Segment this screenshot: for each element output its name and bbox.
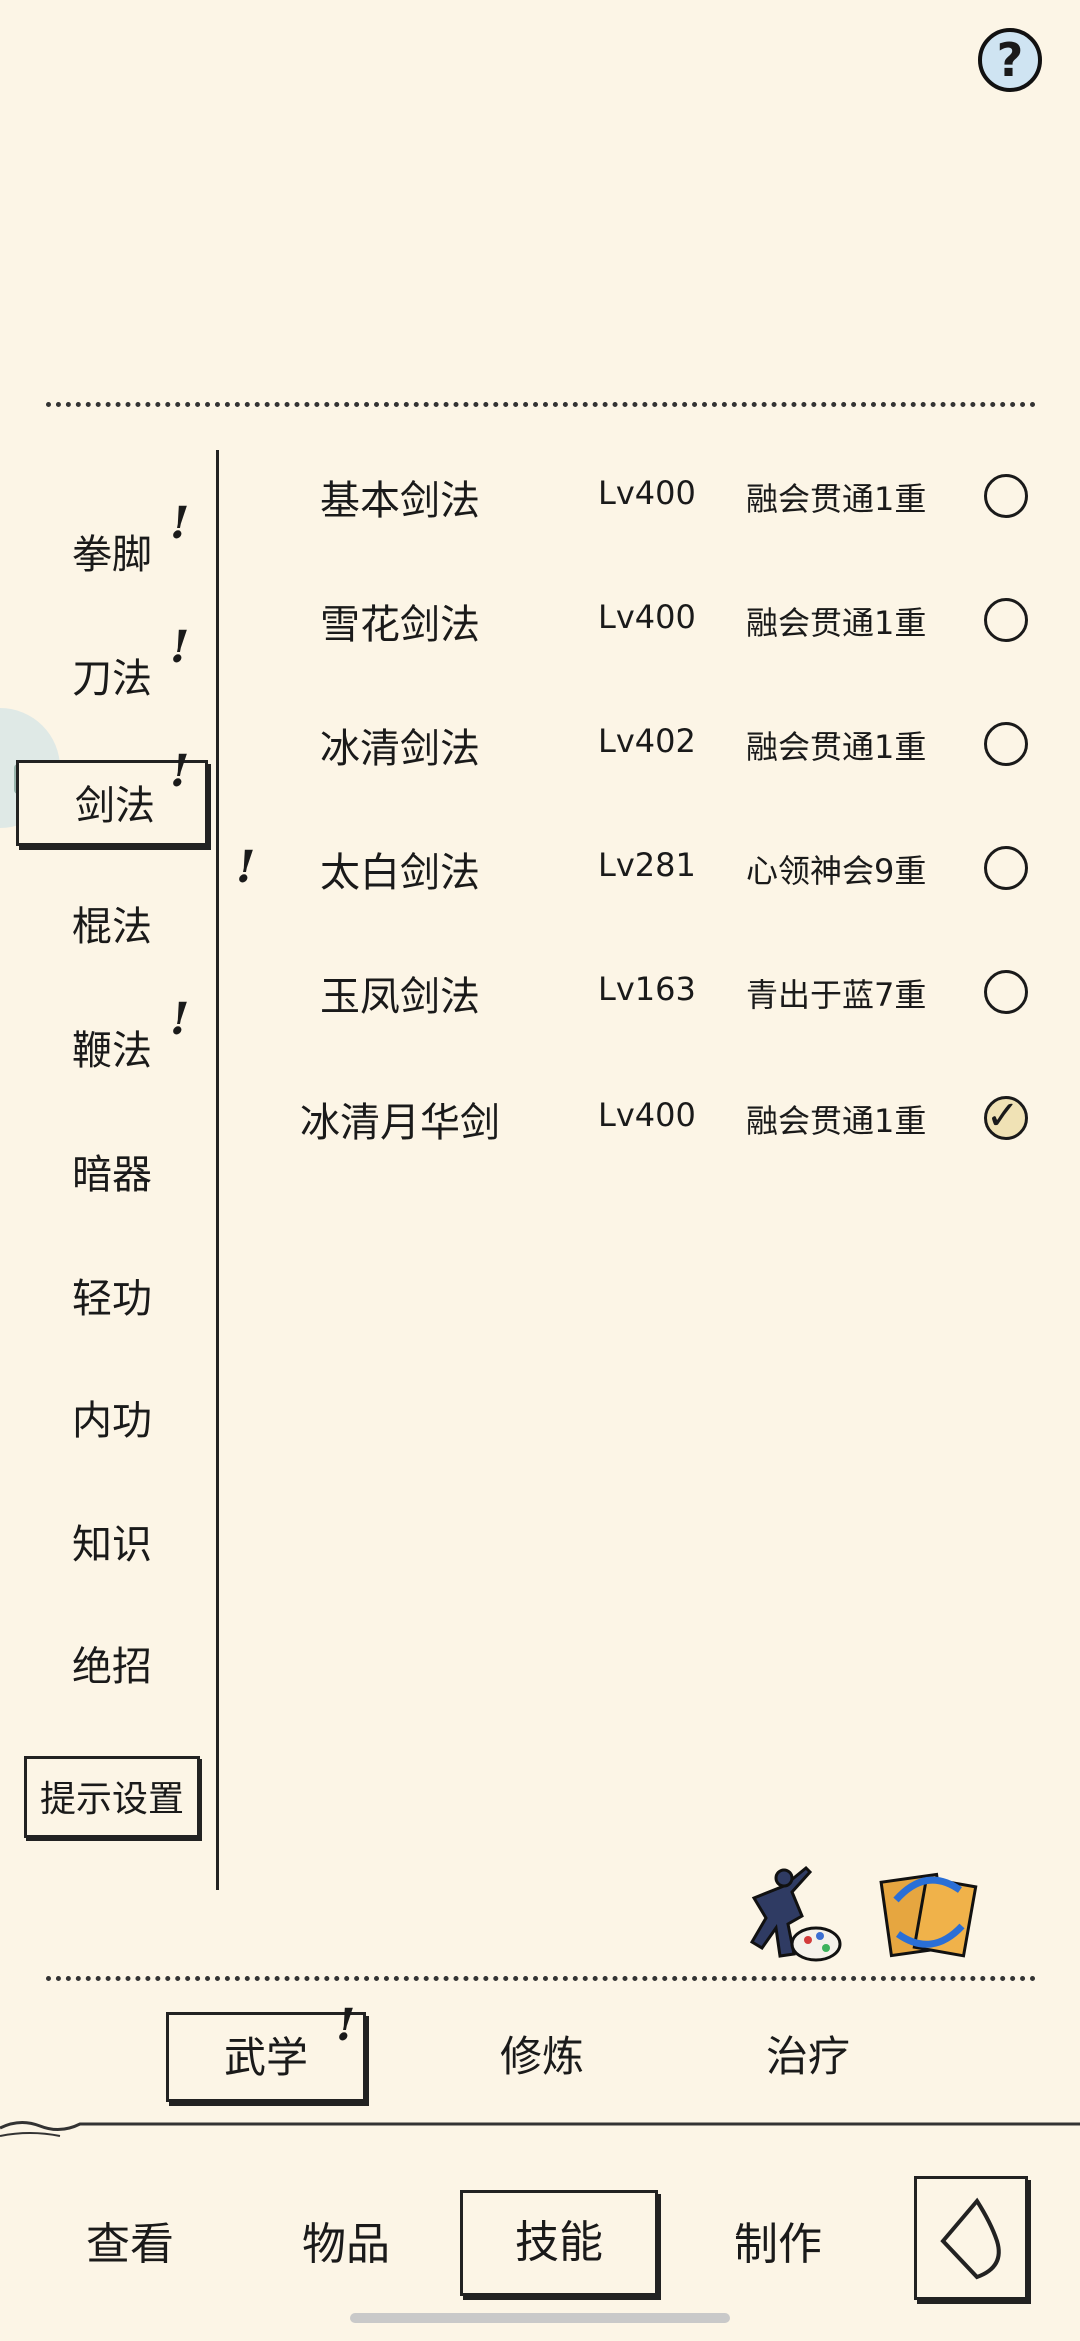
top-divider xyxy=(46,402,1036,407)
skill-realm: 融会贯通1重 xyxy=(746,604,927,642)
category-item-juezhao[interactable]: 绝招 xyxy=(28,1624,198,1710)
skill-select-radio[interactable] xyxy=(984,474,1028,518)
nav-label: 制作 xyxy=(734,2219,822,2270)
category-label: 刀法 xyxy=(72,656,152,702)
nav-craft[interactable]: 制作 xyxy=(688,2200,868,2290)
nav-label: 技能 xyxy=(515,2217,603,2268)
nav-items[interactable]: 物品 xyxy=(256,2200,436,2290)
skill-name[interactable]: 太白剑法 xyxy=(250,840,550,898)
category-label: 轻功 xyxy=(72,1276,152,1322)
skill-realm: 融会贯通1重 xyxy=(746,1102,927,1140)
category-label: 剑法 xyxy=(75,783,155,829)
checkmark-icon: ✓ xyxy=(986,1093,1020,1139)
nav-view[interactable]: 查看 xyxy=(40,2200,220,2290)
skill-level: Lv163 xyxy=(598,970,696,1008)
bottom-divider xyxy=(46,1976,1036,1981)
subtab-label: 修炼 xyxy=(499,2032,584,2081)
subtab-zhiliao[interactable]: 治疗 xyxy=(708,2012,908,2102)
nav-skills[interactable]: 技能 xyxy=(460,2190,658,2296)
alert-icon: ! xyxy=(336,2000,356,2051)
category-item-gunfa[interactable]: 棍法 xyxy=(28,884,198,970)
category-item-zhishi[interactable]: 知识 xyxy=(28,1502,198,1588)
skill-level: Lv400 xyxy=(598,474,696,512)
skill-select-radio[interactable] xyxy=(984,598,1028,642)
subtab-label: 治疗 xyxy=(765,2032,850,2081)
skill-name[interactable]: 冰清月华剑 xyxy=(250,1090,550,1148)
skill-realm: 心领神会9重 xyxy=(746,852,927,890)
alert-icon: ! xyxy=(170,746,190,797)
help-button[interactable]: ? xyxy=(978,28,1042,92)
category-separator xyxy=(216,450,219,1890)
skill-realm: 融会贯通1重 xyxy=(746,728,927,766)
skill-level: Lv400 xyxy=(598,598,696,636)
skill-level: Lv402 xyxy=(598,722,696,760)
back-arrow-icon xyxy=(940,2197,1001,2280)
skill-select-radio[interactable] xyxy=(984,970,1028,1014)
hint-settings-button[interactable]: 提示设置 xyxy=(24,1756,200,1838)
category-item-anqi[interactable]: 暗器 xyxy=(28,1132,198,1218)
skill-name[interactable]: 雪花剑法 xyxy=(250,592,550,650)
category-label: 拳脚 xyxy=(72,532,152,578)
category-item-neigong[interactable]: 内功 xyxy=(28,1378,198,1464)
category-label: 知识 xyxy=(72,1522,152,1568)
wave-divider xyxy=(0,2121,1080,2137)
skill-realm: 青出于蓝7重 xyxy=(746,976,927,1014)
category-item-qinggong[interactable]: 轻功 xyxy=(28,1256,198,1342)
skill-name[interactable]: 冰清剑法 xyxy=(250,716,550,774)
category-label: 鞭法 xyxy=(72,1028,152,1074)
subtab-xiulian[interactable]: 修炼 xyxy=(442,2012,642,2102)
category-label: 内功 xyxy=(72,1398,152,1444)
subtab-label: 武学 xyxy=(223,2033,308,2082)
nav-label: 物品 xyxy=(302,2219,390,2270)
skill-select-radio[interactable] xyxy=(984,846,1028,890)
skill-realm: 融会贯通1重 xyxy=(746,480,927,518)
skill-name[interactable]: 基本剑法 xyxy=(250,468,550,526)
back-button[interactable] xyxy=(914,2176,1028,2300)
nav-label: 查看 xyxy=(86,2219,174,2270)
category-label: 绝招 xyxy=(72,1644,152,1690)
alert-icon: ! xyxy=(170,498,190,549)
alert-icon: ! xyxy=(170,994,190,1045)
skill-name[interactable]: 玉凤剑法 xyxy=(250,964,550,1022)
home-indicator xyxy=(350,2313,730,2323)
category-label: 暗器 xyxy=(72,1152,152,1198)
manual-exchange-icon[interactable] xyxy=(876,1860,982,1964)
martial-artist-palette-icon[interactable] xyxy=(744,1858,846,1964)
skill-level: Lv400 xyxy=(598,1096,696,1134)
category-label: 棍法 xyxy=(72,904,152,950)
alert-icon: ! xyxy=(170,622,190,673)
skill-select-radio[interactable] xyxy=(984,722,1028,766)
skill-level: Lv281 xyxy=(598,846,696,884)
